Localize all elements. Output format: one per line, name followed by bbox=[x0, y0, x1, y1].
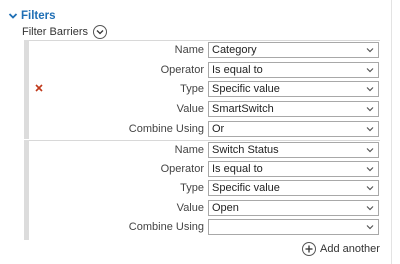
operator-label: Operator bbox=[160, 163, 204, 175]
filter-barriers-expand-button[interactable] bbox=[93, 25, 108, 39]
combine-using-value: Or bbox=[212, 123, 225, 135]
group-2-bar bbox=[24, 140, 29, 240]
chevron-down-icon bbox=[366, 206, 374, 211]
type-dropdown[interactable]: Specific value bbox=[208, 81, 379, 97]
group-divider bbox=[24, 40, 380, 41]
name-label: Name bbox=[174, 144, 204, 156]
combine-using-label: Combine Using bbox=[128, 123, 204, 135]
filters-section-header[interactable]: Filters bbox=[8, 8, 56, 24]
value-dropdown[interactable]: SmartSwitch bbox=[208, 101, 379, 117]
chevron-down-icon bbox=[366, 148, 374, 153]
operator-dropdown[interactable]: Is equal to bbox=[208, 62, 379, 78]
name-dropdown[interactable]: Switch Status bbox=[208, 142, 379, 158]
panel-divider bbox=[391, 0, 392, 264]
name-label: Name bbox=[174, 44, 204, 56]
filter-barriers-title: Filter Barriers bbox=[22, 26, 89, 38]
add-another-label: Add another bbox=[320, 243, 380, 255]
chevron-down-icon bbox=[366, 107, 374, 112]
filter-barriers-header: Filter Barriers bbox=[22, 23, 108, 41]
value-value: Open bbox=[212, 202, 239, 214]
chevron-down-icon bbox=[366, 68, 374, 73]
name-value: Category bbox=[212, 44, 257, 56]
value-dropdown[interactable]: Open bbox=[208, 200, 379, 216]
chevron-down-icon bbox=[96, 30, 104, 35]
type-label: Type bbox=[180, 83, 204, 95]
combine-using-dropdown[interactable]: Or bbox=[208, 121, 379, 137]
chevron-down-icon bbox=[366, 87, 374, 92]
name-value: Switch Status bbox=[212, 144, 279, 156]
operator-dropdown[interactable]: Is equal to bbox=[208, 161, 379, 177]
combine-using-dropdown[interactable] bbox=[208, 219, 379, 235]
combine-using-label: Combine Using bbox=[128, 221, 204, 233]
name-dropdown[interactable]: Category bbox=[208, 42, 379, 58]
filters-title: Filters bbox=[21, 10, 56, 22]
value-label: Value bbox=[176, 202, 204, 214]
operator-value: Is equal to bbox=[212, 163, 263, 175]
chevron-down-icon bbox=[366, 127, 374, 132]
type-value: Specific value bbox=[212, 182, 280, 194]
value-value: SmartSwitch bbox=[212, 103, 274, 115]
operator-label: Operator bbox=[160, 64, 204, 76]
chevron-down-icon bbox=[366, 225, 374, 230]
chevron-down-icon bbox=[366, 48, 374, 53]
operator-value: Is equal to bbox=[212, 64, 263, 76]
type-label: Type bbox=[180, 182, 204, 194]
value-label: Value bbox=[176, 103, 204, 115]
group-divider bbox=[24, 140, 380, 141]
group-1-bar bbox=[24, 40, 29, 139]
type-dropdown[interactable]: Specific value bbox=[208, 180, 379, 196]
chevron-down-icon bbox=[366, 167, 374, 172]
chevron-down-icon bbox=[8, 13, 18, 19]
type-value: Specific value bbox=[212, 83, 280, 95]
chevron-down-icon bbox=[366, 186, 374, 191]
add-another-button[interactable]: Add another bbox=[302, 241, 380, 257]
plus-circle-icon bbox=[302, 242, 316, 256]
